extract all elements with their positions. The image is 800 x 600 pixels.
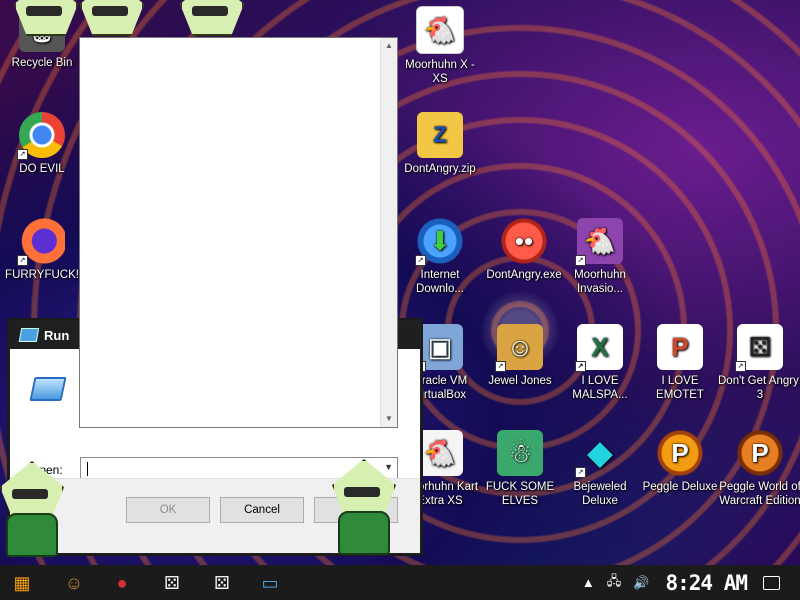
moorhuhn-kart-icon: 🐔 [417, 430, 463, 476]
dice-taskbar-icon[interactable]: ⚄ [204, 569, 240, 597]
run-title-text: Run [44, 327, 70, 343]
moorhuhn-invasion-icon: 🐔 ↗ [575, 218, 623, 266]
desktop-icon-emotet[interactable]: P I LOVE EMOTET [638, 324, 722, 402]
run-taskbar-icon[interactable]: ▭ [252, 569, 288, 597]
jewel-jones-taskbar-icon[interactable]: ☺ [56, 569, 92, 597]
desktop-icon-jewel-jones[interactable]: ☺ ↗ Jewel Jones [478, 324, 562, 388]
dropdown-scrollbar[interactable]: ▲ ▼ [380, 38, 397, 427]
download-manager-icon: ⬇ ↗ [415, 218, 463, 266]
run-icon [18, 328, 40, 342]
powerpoint-icon: P [657, 324, 703, 370]
desktop-icon-moorhuhn-invasion[interactable]: 🐔 ↗ Moorhuhn Invasio... [558, 218, 642, 296]
desktop-icon-do-evil[interactable]: ↗ DO EVIL [0, 112, 84, 176]
dice-taskbar-icon[interactable]: ⚄ [154, 569, 190, 597]
red-character-icon: •• [501, 218, 547, 264]
desktop-icon-peggle-deluxe[interactable]: P Peggle Deluxe [638, 430, 722, 494]
scroll-down-icon[interactable]: ▼ [381, 411, 397, 427]
clock[interactable]: 8:24 AM [665, 571, 748, 595]
desktop-icon-peggle-wow[interactable]: P Peggle World of Warcraft Edition [718, 430, 800, 508]
text-caret [87, 461, 88, 476]
zip-folder-icon: Z [417, 112, 463, 158]
jewel-jones-icon: ☺ ↗ [495, 324, 543, 372]
firefox-icon: ↗ [17, 218, 65, 266]
desktop-icon-bejeweled[interactable]: ◆ ↗ Bejeweled Deluxe [558, 430, 642, 508]
network-icon[interactable]: 🖧 [607, 572, 622, 594]
dontangry-taskbar-icon[interactable]: ● [104, 569, 140, 597]
start-button[interactable]: ▦ [4, 569, 40, 597]
ok-button[interactable]: OK [126, 497, 210, 523]
desktop-icon-dontangry-zip[interactable]: Z DontAngry.zip [398, 112, 482, 176]
gem-icon: ◆ ↗ [575, 430, 623, 478]
peggle-wow-icon: P [737, 430, 783, 476]
desktop-icon-dont-get-angry-3[interactable]: ⚄ ↗ Don't Get Angry! 3 [718, 324, 800, 402]
cancel-button[interactable]: Cancel [220, 497, 304, 523]
desktop-icon-dontangry-exe[interactable]: •• DontAngry.exe [482, 218, 566, 282]
peggle-icon: P [657, 430, 703, 476]
chrome-icon: ↗ [17, 112, 65, 160]
excel-icon: X ↗ [575, 324, 623, 372]
desktop-icon-malspam[interactable]: X ↗ I LOVE MALSPA... [558, 324, 642, 402]
open-history-dropdown[interactable]: ▲ ▼ [79, 37, 398, 428]
desktop-icon-moorhuhn-x[interactable]: 🐔 Moorhuhn X - XS [398, 6, 482, 86]
dice-icon: ⚄ ↗ [735, 324, 783, 372]
chevron-down-icon[interactable]: ▼ [384, 462, 393, 472]
desktop-icon-furryfuck[interactable]: ↗ FURRYFUCK! [0, 218, 84, 282]
system-tray: ▲ 🖧 🔊 8:24 AM [576, 565, 800, 600]
taskbar: ▦ ☺ ● ⚄ ⚄ ▭ ▲ 🖧 🔊 8:24 AM [0, 565, 800, 600]
show-hidden-icons-chevron-icon[interactable]: ▲ [582, 575, 595, 590]
notification-icon[interactable] [763, 575, 780, 590]
elf-icon: ☃ [497, 430, 543, 476]
moorhuhn-chicken-icon: 🐔 [416, 6, 464, 54]
run-program-icon [29, 377, 67, 401]
virtualbox-icon: ▣↗ [415, 324, 463, 372]
volume-icon[interactable]: 🔊 [633, 575, 649, 591]
desktop-icon-internet-download[interactable]: ⬇ ↗ Internet Downlo... [398, 218, 482, 296]
desktop-icon-fuck-some-elves[interactable]: ☃ FUCK SOME ELVES [478, 430, 562, 508]
scroll-up-icon[interactable]: ▲ [381, 38, 397, 54]
